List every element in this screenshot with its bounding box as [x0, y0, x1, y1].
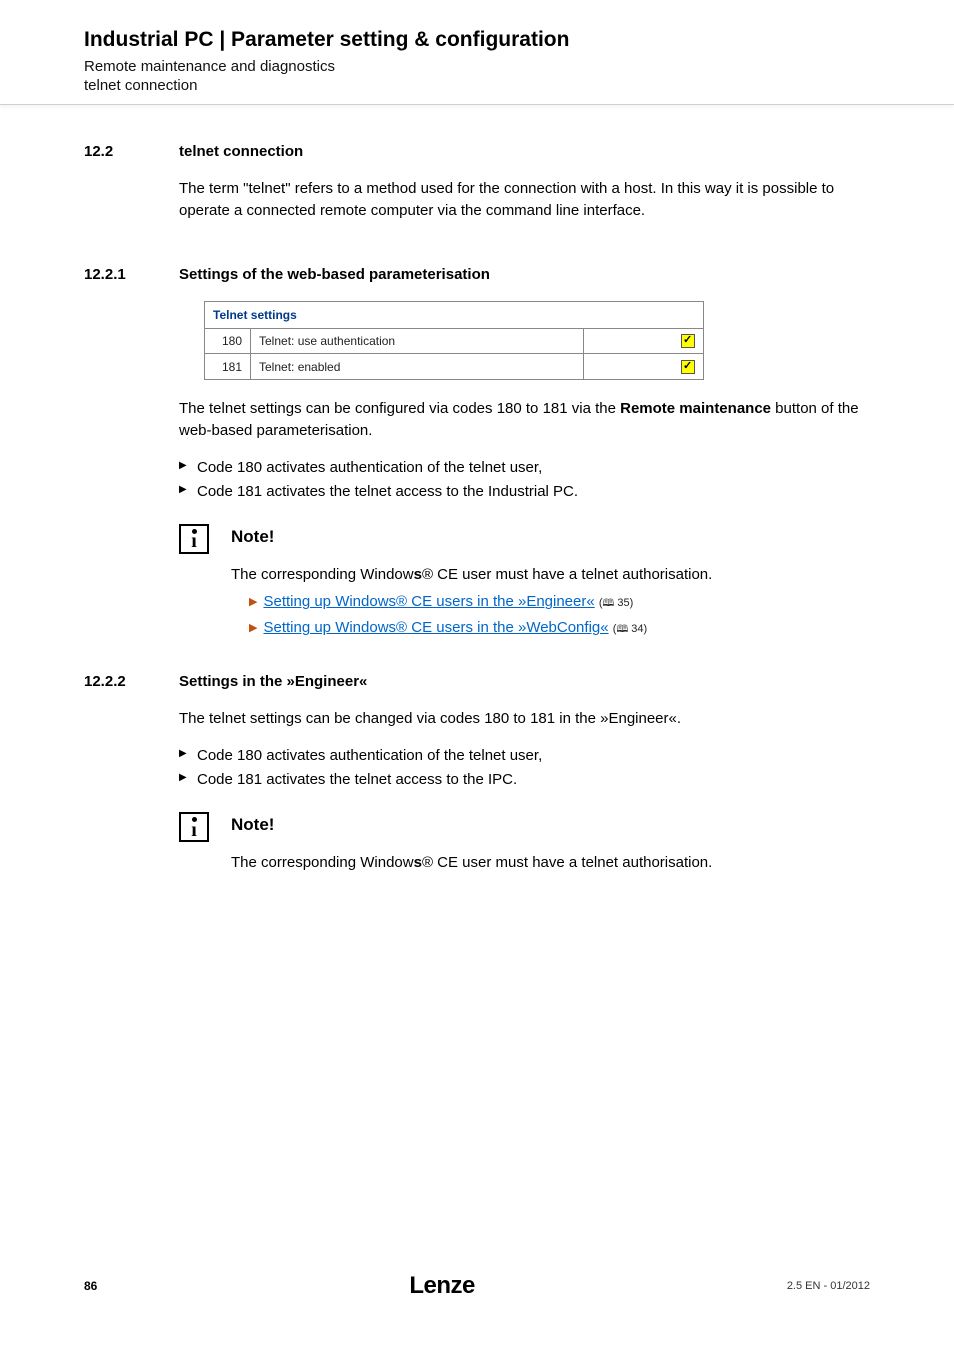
xref-line: ▶ Setting up Windows® CE users in the »En…	[249, 593, 870, 613]
checkbox-checked-icon[interactable]	[681, 360, 695, 374]
section-12-2-1-body: The telnet settings can be configured vi…	[179, 398, 870, 504]
page-number: 35	[617, 597, 629, 609]
text: The corresponding Window	[231, 854, 414, 871]
info-icon: ı	[179, 524, 209, 554]
text: The telnet settings can be configured vi…	[179, 400, 620, 417]
section-title: telnet connection	[179, 143, 303, 160]
text: ®	[422, 566, 433, 583]
page-footer: 86 Lenze 2.5 EN - 01/2012	[0, 1272, 954, 1300]
xref-line: ▶ Setting up Windows® CE users in the »We…	[249, 619, 870, 639]
arrow-icon: ▶	[249, 622, 257, 634]
xref-link-webconfig[interactable]: Setting up Windows® CE users in the »Web…	[263, 619, 608, 636]
table-row: 181 Telnet: enabled	[205, 354, 704, 380]
book-icon: 🕮	[603, 598, 615, 609]
text: CE user must have a telnet authorisation…	[433, 566, 712, 583]
table-row: 180 Telnet: use authentication	[205, 328, 704, 354]
section-12-2-heading: 12.2 telnet connection	[84, 143, 870, 160]
text: ®	[422, 854, 433, 871]
intro-paragraph: The term "telnet" refers to a method use…	[179, 178, 870, 222]
brand-logo: Lenze	[409, 1272, 475, 1300]
cell-code: 181	[205, 354, 251, 380]
bullet-list: Code 180 activates authentication of the…	[179, 744, 870, 792]
section-title: Settings of the web-based parameterisati…	[179, 266, 490, 283]
header-sub2: telnet connection	[84, 77, 954, 94]
text: CE user must have a telnet authorisation…	[433, 854, 712, 871]
content: 12.2 telnet connection The term "telnet"…	[0, 105, 954, 874]
section-number: 12.2.1	[84, 266, 179, 283]
page: Industrial PC | Parameter setting & conf…	[0, 0, 954, 1350]
section-12-2-2-body: The telnet settings can be changed via c…	[179, 708, 870, 792]
section-number: 12.2.2	[84, 673, 179, 690]
page-header: Industrial PC | Parameter setting & conf…	[0, 0, 954, 105]
page-number: 86	[84, 1279, 97, 1293]
list-item: Code 181 activates the telnet access to …	[179, 480, 870, 504]
table-header: Telnet settings	[205, 301, 704, 328]
info-icon: ı	[179, 812, 209, 842]
note-text: The corresponding Windows® CE user must …	[231, 852, 870, 874]
note-text: The corresponding Windows® CE user must …	[231, 564, 870, 586]
config-paragraph: The telnet settings can be configured vi…	[179, 398, 870, 442]
section-12-2-1-heading: 12.2.1 Settings of the web-based paramet…	[84, 266, 870, 283]
page-number: 34	[631, 623, 643, 635]
cell-code: 180	[205, 328, 251, 354]
bold-text: s	[414, 854, 422, 871]
note-title: Note!	[231, 815, 274, 835]
arrow-icon: ▶	[249, 596, 257, 608]
section-title: Settings in the »Engineer«	[179, 673, 367, 690]
settings-table: Telnet settings 180 Telnet: use authenti…	[204, 301, 704, 381]
section-number: 12.2	[84, 143, 179, 160]
bullet-list: Code 180 activates authentication of the…	[179, 456, 870, 504]
bold-text: Remote maintenance	[620, 400, 771, 417]
text: The corresponding Window	[231, 566, 414, 583]
cell-label: Telnet: enabled	[251, 354, 584, 380]
cell-checkbox	[584, 354, 704, 380]
book-icon: 🕮	[616, 624, 628, 635]
list-item: Code 180 activates authentication of the…	[179, 744, 870, 768]
xref-link-engineer[interactable]: Setting up Windows® CE users in the »Eng…	[263, 593, 594, 610]
header-title: Industrial PC | Parameter setting & conf…	[84, 28, 954, 52]
note-body: The corresponding Windows® CE user must …	[231, 852, 870, 874]
page-ref: (🕮 35)	[599, 597, 633, 609]
note-body: The corresponding Windows® CE user must …	[231, 564, 870, 640]
intro-paragraph: The telnet settings can be changed via c…	[179, 708, 870, 730]
header-sub1: Remote maintenance and diagnostics	[84, 58, 954, 75]
doc-version: 2.5 EN - 01/2012	[787, 1280, 870, 1292]
bold-text: s	[414, 566, 422, 583]
section-12-2-2-heading: 12.2.2 Settings in the »Engineer«	[84, 673, 870, 690]
telnet-settings-table: Telnet settings 180 Telnet: use authenti…	[204, 301, 704, 381]
note-title: Note!	[231, 527, 274, 547]
note-block: ı Note!	[179, 812, 870, 842]
page-ref: (🕮 34)	[613, 623, 647, 635]
note-block: ı Note!	[179, 524, 870, 554]
section-12-2-body: The term "telnet" refers to a method use…	[179, 178, 870, 222]
cell-checkbox	[584, 328, 704, 354]
list-item: Code 181 activates the telnet access to …	[179, 768, 870, 792]
checkbox-checked-icon[interactable]	[681, 334, 695, 348]
list-item: Code 180 activates authentication of the…	[179, 456, 870, 480]
cell-label: Telnet: use authentication	[251, 328, 584, 354]
